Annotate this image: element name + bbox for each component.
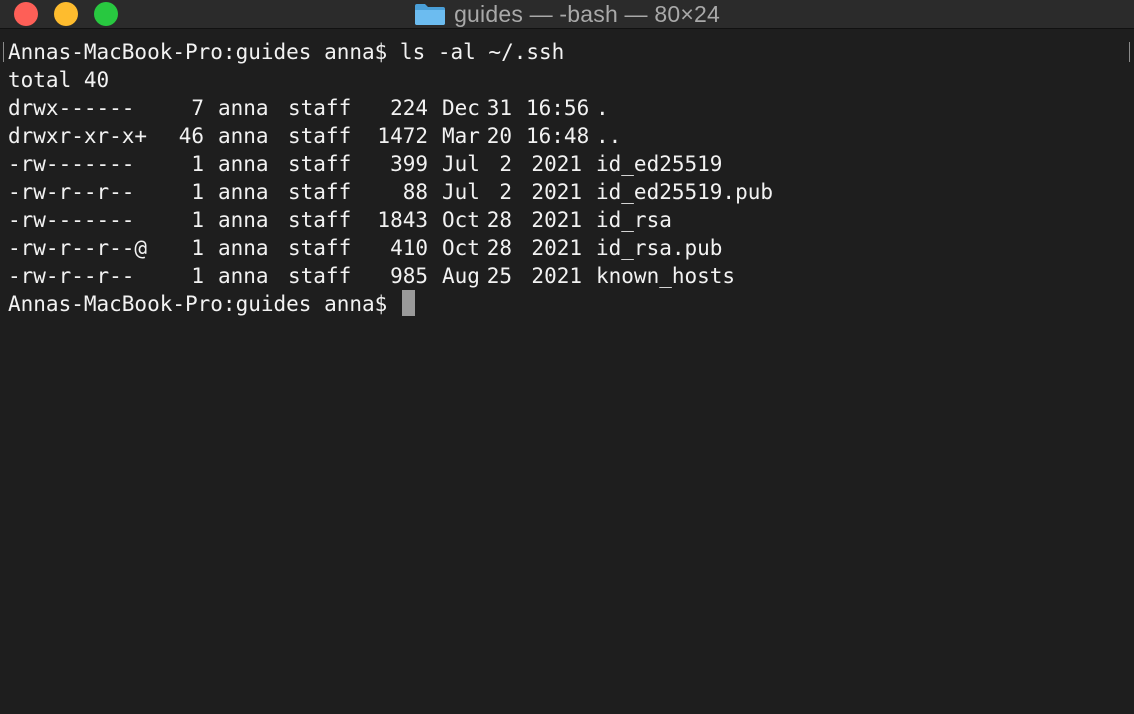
entry-owner: anna	[218, 124, 269, 148]
prompt-line[interactable]: Annas-MacBook-Pro:guides anna$	[8, 290, 1124, 318]
entry-time: 2021	[531, 180, 582, 204]
entry-owner: anna	[218, 208, 269, 232]
entry-month: Aug	[442, 264, 480, 288]
entry-month: Oct	[442, 236, 480, 260]
title-bar[interactable]: guides — -bash — 80×24	[0, 0, 1134, 29]
entry-name: id_ed25519	[596, 152, 723, 176]
ls-entry: -rw-r--r--@ 1 anna staff 410 Oct 28 2021 id_rsa.…	[8, 234, 1124, 262]
entry-name: id_rsa	[596, 208, 672, 232]
entry-day: 2	[499, 152, 512, 176]
total-line: total 40	[8, 68, 110, 92]
folder-icon	[415, 4, 446, 25]
entry-size: 1843	[377, 208, 428, 232]
selection-marker-left	[3, 42, 4, 62]
entry-perm: -rw-r--r--	[8, 180, 135, 204]
ls-output: drwx------ 7 anna staff 224 Dec 31 16:56. drwxr-…	[8, 94, 1124, 290]
text-cursor	[401, 290, 415, 316]
entry-time: 16:56	[526, 96, 590, 120]
entry-group: staff	[288, 208, 352, 232]
entry-day: 31	[486, 96, 512, 120]
entry-name: id_rsa.pub	[596, 236, 723, 260]
entry-month: Jul	[442, 180, 480, 204]
ls-entry: -rw------- 1 anna staff 1843 Oct 28 2021 id_rsa	[8, 206, 1124, 234]
selection-marker-right	[1129, 42, 1130, 62]
entry-day: 2	[499, 180, 512, 204]
entry-links: 1	[191, 208, 204, 232]
entry-owner: anna	[218, 236, 269, 260]
entry-perm: drwxr-xr-x+	[8, 124, 148, 148]
entry-size: 410	[390, 236, 428, 260]
entry-day: 28	[486, 236, 512, 260]
entry-size: 224	[390, 96, 428, 120]
entry-size: 985	[390, 264, 428, 288]
entry-name: id_ed25519.pub	[596, 180, 774, 204]
entry-group: staff	[288, 180, 352, 204]
entry-links: 1	[191, 236, 204, 260]
entry-name: .	[596, 96, 609, 120]
entry-owner: anna	[218, 96, 269, 120]
entry-links: 1	[191, 180, 204, 204]
entry-day: 20	[486, 124, 512, 148]
entry-month: Jul	[442, 152, 480, 176]
entry-time: 2021	[531, 152, 582, 176]
entry-links: 46	[178, 124, 204, 148]
entry-perm: -rw-r--r--	[8, 264, 135, 288]
terminal-window: guides — -bash — 80×24 Annas-MacBook-Pro…	[0, 0, 1134, 714]
entry-links: 1	[191, 264, 204, 288]
entry-group: staff	[288, 152, 352, 176]
entry-links: 1	[191, 152, 204, 176]
entry-perm: -rw-------	[8, 152, 135, 176]
entry-name: known_hosts	[596, 264, 736, 288]
window-title-area: guides — -bash — 80×24	[0, 0, 1134, 28]
ls-entry: drwx------ 7 anna staff 224 Dec 31 16:56.	[8, 94, 1124, 122]
entry-group: staff	[288, 96, 352, 120]
entry-month: Dec	[442, 96, 480, 120]
entry-day: 28	[486, 208, 512, 232]
entry-links: 7	[191, 96, 204, 120]
entry-day: 25	[486, 264, 512, 288]
ls-entry: drwxr-xr-x+ 46 anna staff 1472 Mar 20 16:48..	[8, 122, 1124, 150]
entry-time: 16:48	[526, 124, 590, 148]
ls-entry: -rw-r--r-- 1 anna staff 88 Jul 2 2021 id_ed25519…	[8, 178, 1124, 206]
prompt-text: Annas-MacBook-Pro:guides anna$	[8, 292, 400, 316]
entry-group: staff	[288, 124, 352, 148]
entry-perm: drwx------	[8, 96, 135, 120]
entry-month: Oct	[442, 208, 480, 232]
entry-perm: -rw-r--r--@	[8, 236, 148, 260]
entry-size: 1472	[377, 124, 428, 148]
ls-entry: -rw------- 1 anna staff 399 Jul 2 2021 id_ed2551…	[8, 150, 1124, 178]
entry-size: 88	[402, 180, 428, 204]
entry-name: ..	[596, 124, 622, 148]
ls-entry: -rw-r--r-- 1 anna staff 985 Aug 25 2021 known_ho…	[8, 262, 1124, 290]
entry-time: 2021	[531, 264, 582, 288]
entry-perm: -rw-------	[8, 208, 135, 232]
command-line: Annas-MacBook-Pro:guides anna$ ls -al ~/…	[8, 40, 565, 64]
entry-group: staff	[288, 236, 352, 260]
entry-month: Mar	[442, 124, 480, 148]
entry-group: staff	[288, 264, 352, 288]
window-title: guides — -bash — 80×24	[454, 0, 720, 27]
entry-owner: anna	[218, 264, 269, 288]
entry-time: 2021	[531, 208, 582, 232]
entry-size: 399	[390, 152, 428, 176]
terminal-content[interactable]: Annas-MacBook-Pro:guides anna$ ls -al ~/…	[8, 38, 1124, 714]
entry-owner: anna	[218, 152, 269, 176]
entry-owner: anna	[218, 180, 269, 204]
entry-time: 2021	[531, 236, 582, 260]
